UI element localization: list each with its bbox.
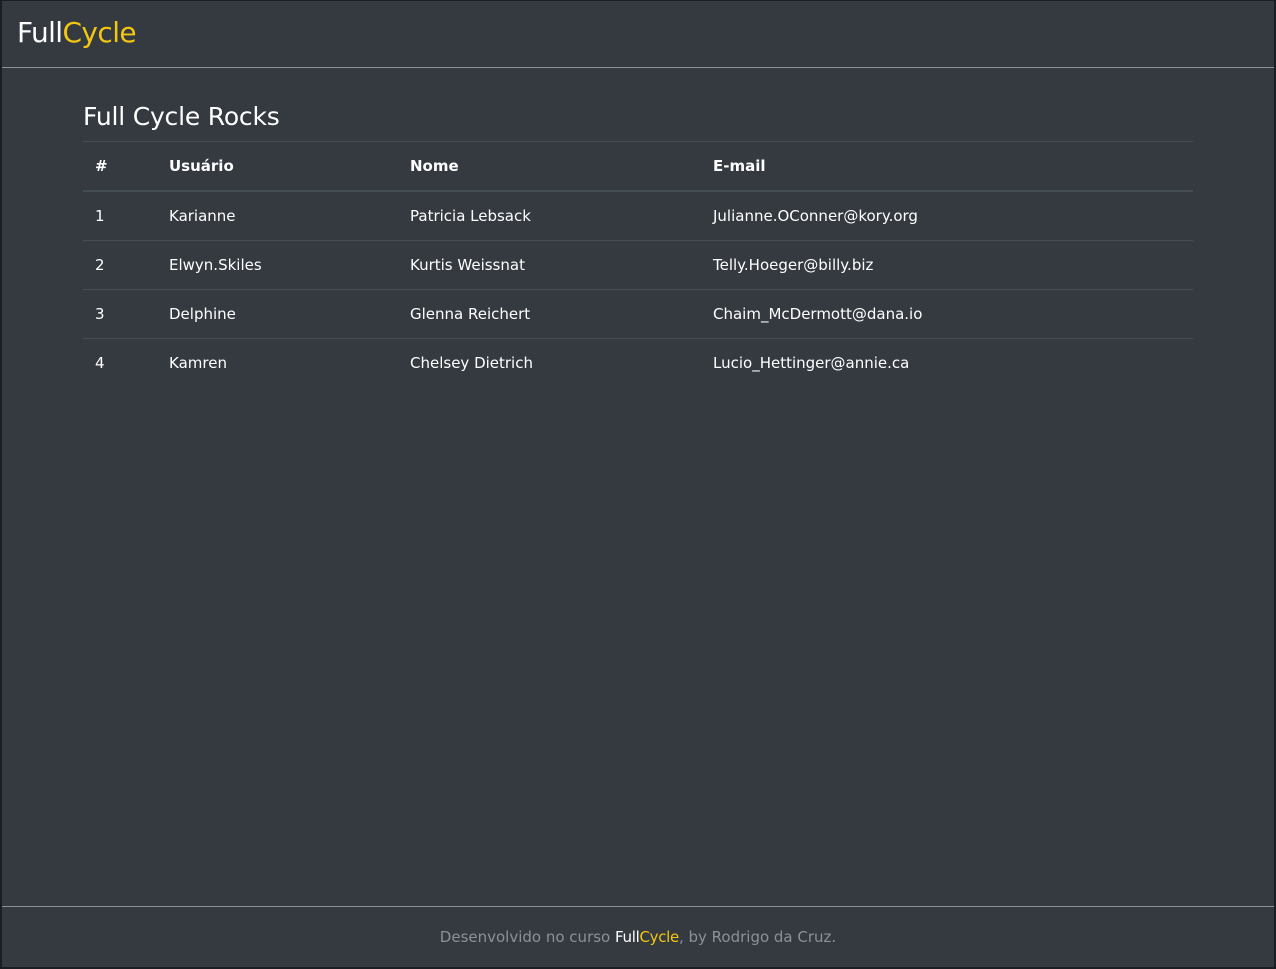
cell-name: Chelsey Dietrich: [398, 338, 701, 387]
cell-email: Lucio_Hettinger@annie.ca: [701, 338, 1193, 387]
footer-prefix: Desenvolvido no curso: [439, 928, 615, 946]
table-row: 1 Karianne Patricia Lebsack Julianne.OCo…: [83, 190, 1193, 241]
cell-number: 3: [83, 289, 157, 339]
cell-email: Chaim_McDermott@dana.io: [701, 289, 1193, 339]
footer-suffix: , by Rodrigo da Cruz.: [678, 928, 837, 946]
footer-brand: FullCycle: [615, 928, 679, 946]
brand-logo[interactable]: FullCycle: [17, 13, 137, 53]
users-table: # Usuário Nome E-mail 1 Karianne Patrici…: [83, 141, 1193, 387]
page-title: Full Cycle Rocks: [83, 102, 280, 131]
table-row: 3 Delphine Glenna Reichert Chaim_McDermo…: [83, 289, 1193, 339]
cell-name: Kurtis Weissnat: [398, 240, 701, 290]
cell-name: Patricia Lebsack: [398, 190, 701, 241]
cell-name: Glenna Reichert: [398, 289, 701, 339]
brand-logo-part-cycle: Cycle: [62, 16, 137, 49]
footer-brand-cycle: Cycle: [639, 928, 679, 946]
footer-brand-full: Full: [615, 928, 640, 946]
table-header-row: # Usuário Nome E-mail: [83, 141, 1193, 192]
cell-email: Julianne.OConner@kory.org: [701, 190, 1193, 241]
cell-email: Telly.Hoeger@billy.biz: [701, 240, 1193, 290]
footer: Desenvolvido no curso FullCycle, by Rodr…: [2, 906, 1274, 968]
cell-number: 1: [83, 190, 157, 241]
cell-username: Kamren: [157, 338, 398, 387]
brand-logo-part-full: Full: [17, 16, 63, 49]
header-number: #: [83, 141, 157, 192]
cell-number: 2: [83, 240, 157, 290]
cell-username: Elwyn.Skiles: [157, 240, 398, 290]
cell-number: 4: [83, 338, 157, 387]
cell-username: Delphine: [157, 289, 398, 339]
header-username: Usuário: [157, 141, 398, 192]
table-row: 4 Kamren Chelsey Dietrich Lucio_Hettinge…: [83, 338, 1193, 387]
header-email: E-mail: [701, 141, 1193, 192]
table-row: 2 Elwyn.Skiles Kurtis Weissnat Telly.Hoe…: [83, 240, 1193, 290]
header-name: Nome: [398, 141, 701, 192]
cell-username: Karianne: [157, 190, 398, 241]
navbar: FullCycle: [2, 1, 1274, 68]
app-frame: FullCycle Full Cycle Rocks # Usuário Nom…: [2, 1, 1274, 967]
